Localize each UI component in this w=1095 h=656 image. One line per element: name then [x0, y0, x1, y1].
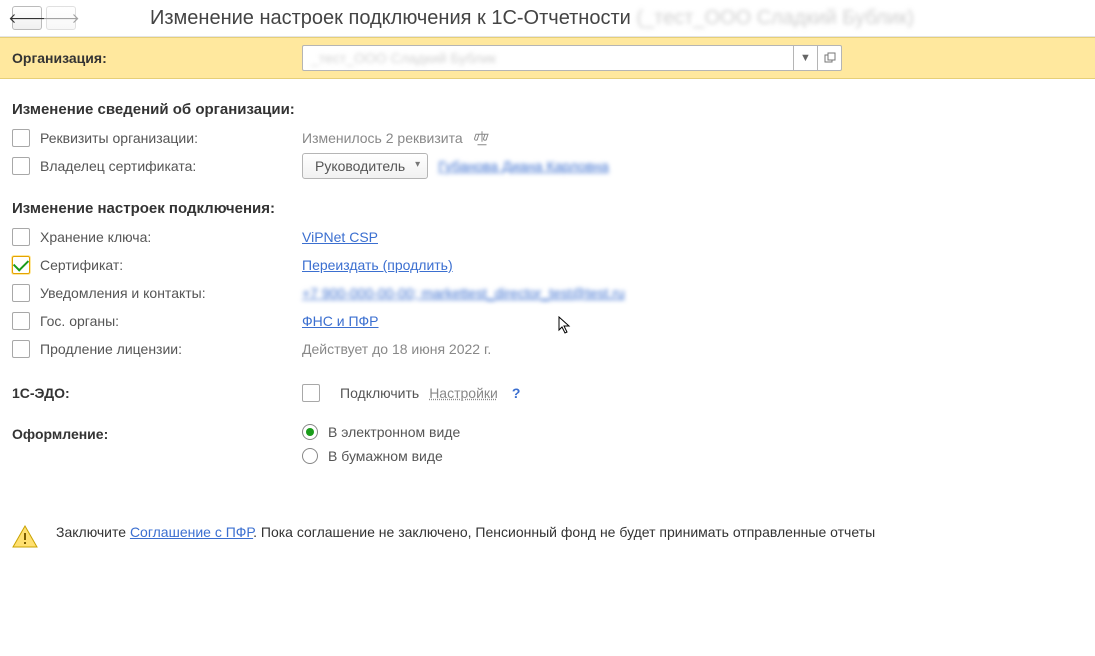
format-option-paper[interactable]: В бумажном виде: [302, 448, 443, 464]
warning-prefix: Заключите: [56, 524, 130, 540]
toolbar: 🡐 🡒 Изменение настроек подключения к 1С-…: [0, 0, 1095, 37]
label-requisites: Реквизиты организации:: [40, 130, 198, 146]
organization-value: _тест_ООО Сладкий Бублик: [311, 50, 496, 66]
organization-selector: _тест_ООО Сладкий Бублик ▼: [302, 45, 842, 71]
license-info: Действует до 18 июня 2022 г.: [302, 341, 491, 357]
row-cert-owner: Владелец сертификата: Руководитель Губан…: [12, 152, 1083, 180]
organization-field[interactable]: _тест_ООО Сладкий Бублик: [302, 45, 794, 71]
gov-link[interactable]: ФНС и ПФР: [302, 313, 379, 329]
label-paper: В бумажном виде: [328, 448, 443, 464]
label-cert-owner: Владелец сертификата:: [40, 158, 196, 174]
notifications-value: +7 900-000-00-00; markettest_director_te…: [302, 285, 625, 301]
checkbox-cert-owner[interactable]: [12, 157, 30, 175]
checkbox-certificate[interactable]: [12, 256, 30, 274]
open-external-icon: [824, 52, 836, 64]
organization-label: Организация:: [12, 50, 302, 66]
nav-forward-button: 🡒: [46, 6, 76, 30]
organization-open-button[interactable]: [818, 45, 842, 71]
scales-icon: [473, 129, 491, 147]
section-org-info-heading: Изменение сведений об организации:: [12, 101, 1083, 118]
cert-owner-dropdown-label: Руководитель: [315, 158, 405, 174]
checkbox-requisites[interactable]: [12, 129, 30, 147]
label-gov: Гос. органы:: [40, 313, 119, 329]
label-notifications: Уведомления и контакты:: [40, 285, 206, 301]
checkbox-gov[interactable]: [12, 312, 30, 330]
label-format: Оформление:: [12, 426, 108, 442]
format-option-electronic[interactable]: В электронном виде: [302, 424, 460, 440]
label-electronic: В электронном виде: [328, 424, 460, 440]
warning-icon: [12, 525, 38, 549]
row-license: Продление лицензии: Действует до 18 июня…: [12, 335, 1083, 363]
warning-box: Заключите Соглашение с ПФР. Пока соглаше…: [0, 513, 1095, 569]
checkbox-license[interactable]: [12, 340, 30, 358]
row-certificate: Сертификат: Переиздать (продлить): [12, 251, 1083, 279]
row-edo: 1С-ЭДО: Подключить Настройки ?: [12, 379, 1083, 407]
row-notifications: Уведомления и контакты: +7 900-000-00-00…: [12, 279, 1083, 307]
edo-connect-label: Подключить: [340, 385, 419, 401]
cert-owner-dropdown[interactable]: Руководитель: [302, 153, 428, 179]
radio-paper[interactable]: [302, 448, 318, 464]
label-edo: 1С-ЭДО:: [12, 385, 70, 401]
label-key-storage: Хранение ключа:: [40, 229, 151, 245]
page-title-text: Изменение настроек подключения к 1С-Отче…: [150, 7, 631, 29]
row-requisites: Реквизиты организации: Изменилось 2 рекв…: [12, 124, 1083, 152]
page-title-suffix: (_тест_ООО Сладкий Бублик): [636, 7, 914, 29]
organization-bar: Организация: _тест_ООО Сладкий Бублик ▼: [0, 37, 1095, 79]
edo-help-icon[interactable]: ?: [508, 385, 525, 401]
checkbox-edo-connect[interactable]: [302, 384, 320, 402]
organization-dropdown-button[interactable]: ▼: [794, 45, 818, 71]
checkbox-key-storage[interactable]: [12, 228, 30, 246]
warning-link[interactable]: Соглашение с ПФР: [130, 524, 253, 540]
page-title: Изменение настроек подключения к 1С-Отче…: [150, 7, 914, 30]
section-conn-heading: Изменение настроек подключения:: [12, 200, 1083, 217]
warning-text: Заключите Соглашение с ПФР. Пока соглаше…: [56, 523, 875, 542]
row-key-storage: Хранение ключа: ViPNet CSP: [12, 223, 1083, 251]
warning-suffix: . Пока соглашение не заключено, Пенсионн…: [253, 524, 875, 540]
requisites-info: Изменилось 2 реквизита: [302, 130, 463, 146]
form-content: Изменение сведений об организации: Рекви…: [0, 79, 1095, 473]
label-license: Продление лицензии:: [40, 341, 182, 357]
certificate-link[interactable]: Переиздать (продлить): [302, 257, 453, 273]
nav-back-button[interactable]: 🡐: [12, 6, 42, 30]
radio-electronic[interactable]: [302, 424, 318, 440]
checkbox-notifications[interactable]: [12, 284, 30, 302]
key-storage-link[interactable]: ViPNet CSP: [302, 229, 378, 245]
row-gov: Гос. органы: ФНС и ПФР: [12, 307, 1083, 335]
cert-owner-name: Губанова Диана Карловна: [438, 158, 609, 174]
label-certificate: Сертификат:: [40, 257, 123, 273]
edo-settings-link[interactable]: Настройки: [429, 385, 498, 401]
row-format: Оформление: В электронном виде В бумажно…: [12, 423, 1083, 465]
